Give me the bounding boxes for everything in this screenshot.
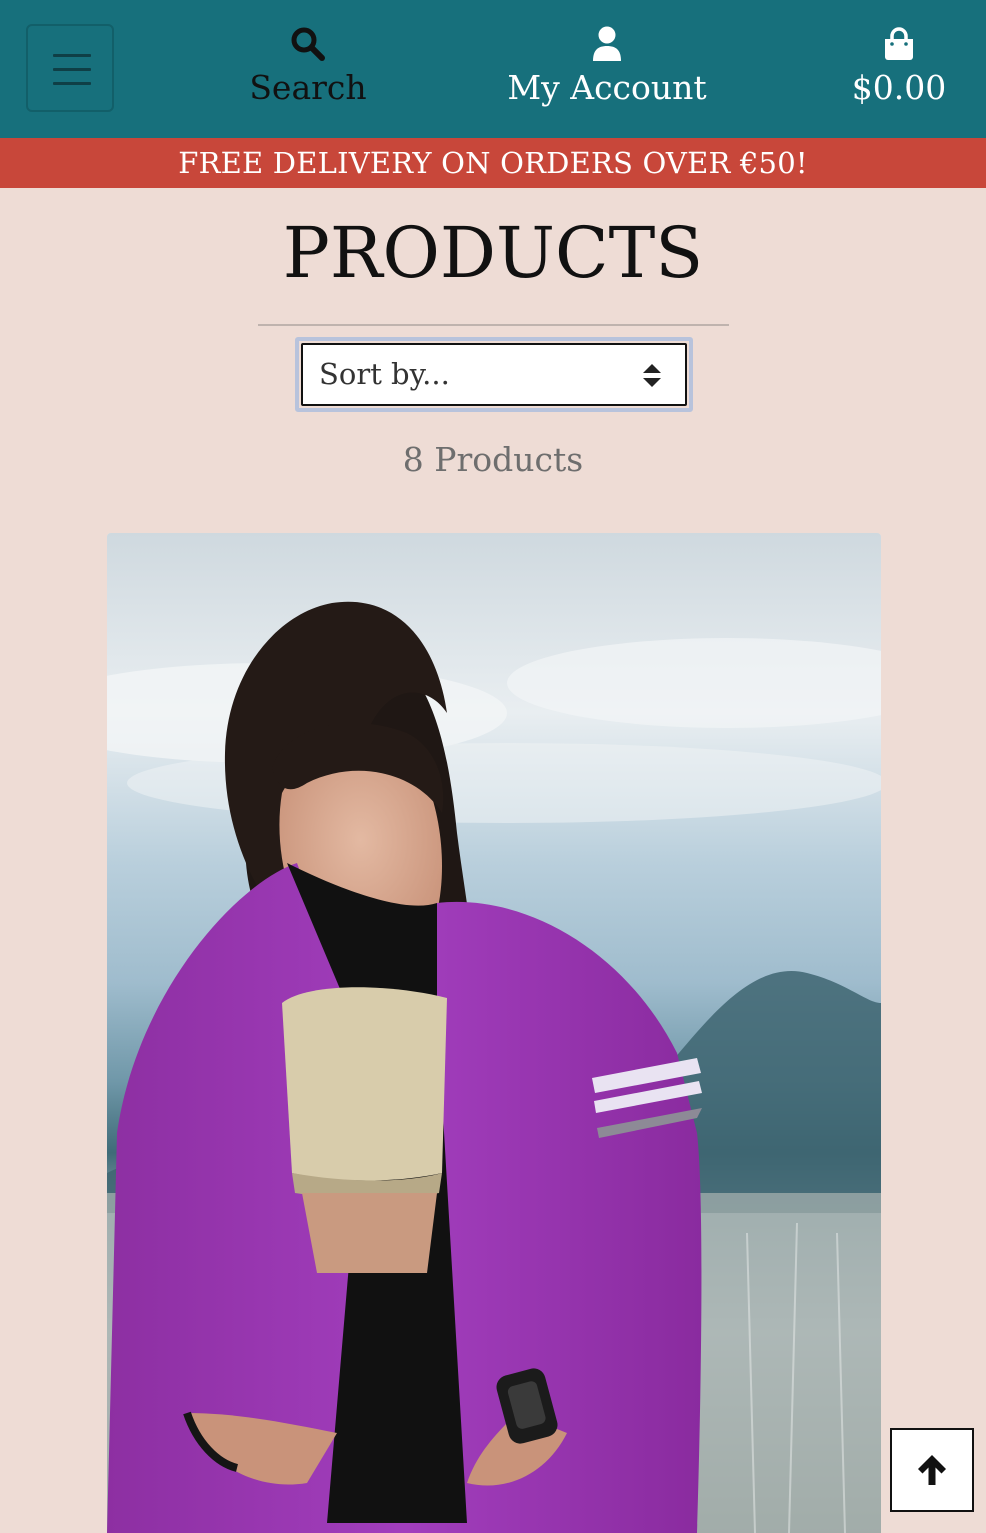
user-icon bbox=[591, 26, 623, 62]
arrow-up-icon bbox=[918, 1455, 946, 1485]
back-to-top-button[interactable] bbox=[890, 1428, 974, 1512]
title-divider bbox=[258, 324, 729, 326]
shopping-bag-icon bbox=[884, 26, 914, 62]
search-link[interactable]: Search bbox=[238, 26, 378, 110]
product-count: 8 Products bbox=[402, 440, 584, 479]
sort-arrows-icon bbox=[643, 364, 661, 387]
hamburger-menu-icon bbox=[53, 54, 91, 57]
search-icon bbox=[290, 26, 326, 62]
sort-selected-value: Sort by... bbox=[319, 357, 450, 391]
page-title: PRODUCTS bbox=[282, 212, 704, 294]
site-header: Search My Account $0.00 bbox=[0, 0, 986, 138]
cart-link[interactable]: $0.00 bbox=[840, 26, 958, 110]
product-image bbox=[107, 533, 881, 1533]
free-delivery-banner: FREE DELIVERY ON ORDERS OVER €50! bbox=[0, 138, 986, 188]
product-card[interactable] bbox=[107, 533, 881, 1533]
search-label: Search bbox=[249, 68, 367, 107]
sort-select[interactable]: Sort by... bbox=[301, 343, 687, 406]
my-account-link[interactable]: My Account bbox=[497, 26, 717, 110]
cart-total: $0.00 bbox=[851, 68, 947, 107]
my-account-label: My Account bbox=[507, 68, 707, 107]
menu-toggle-button[interactable] bbox=[26, 24, 114, 112]
